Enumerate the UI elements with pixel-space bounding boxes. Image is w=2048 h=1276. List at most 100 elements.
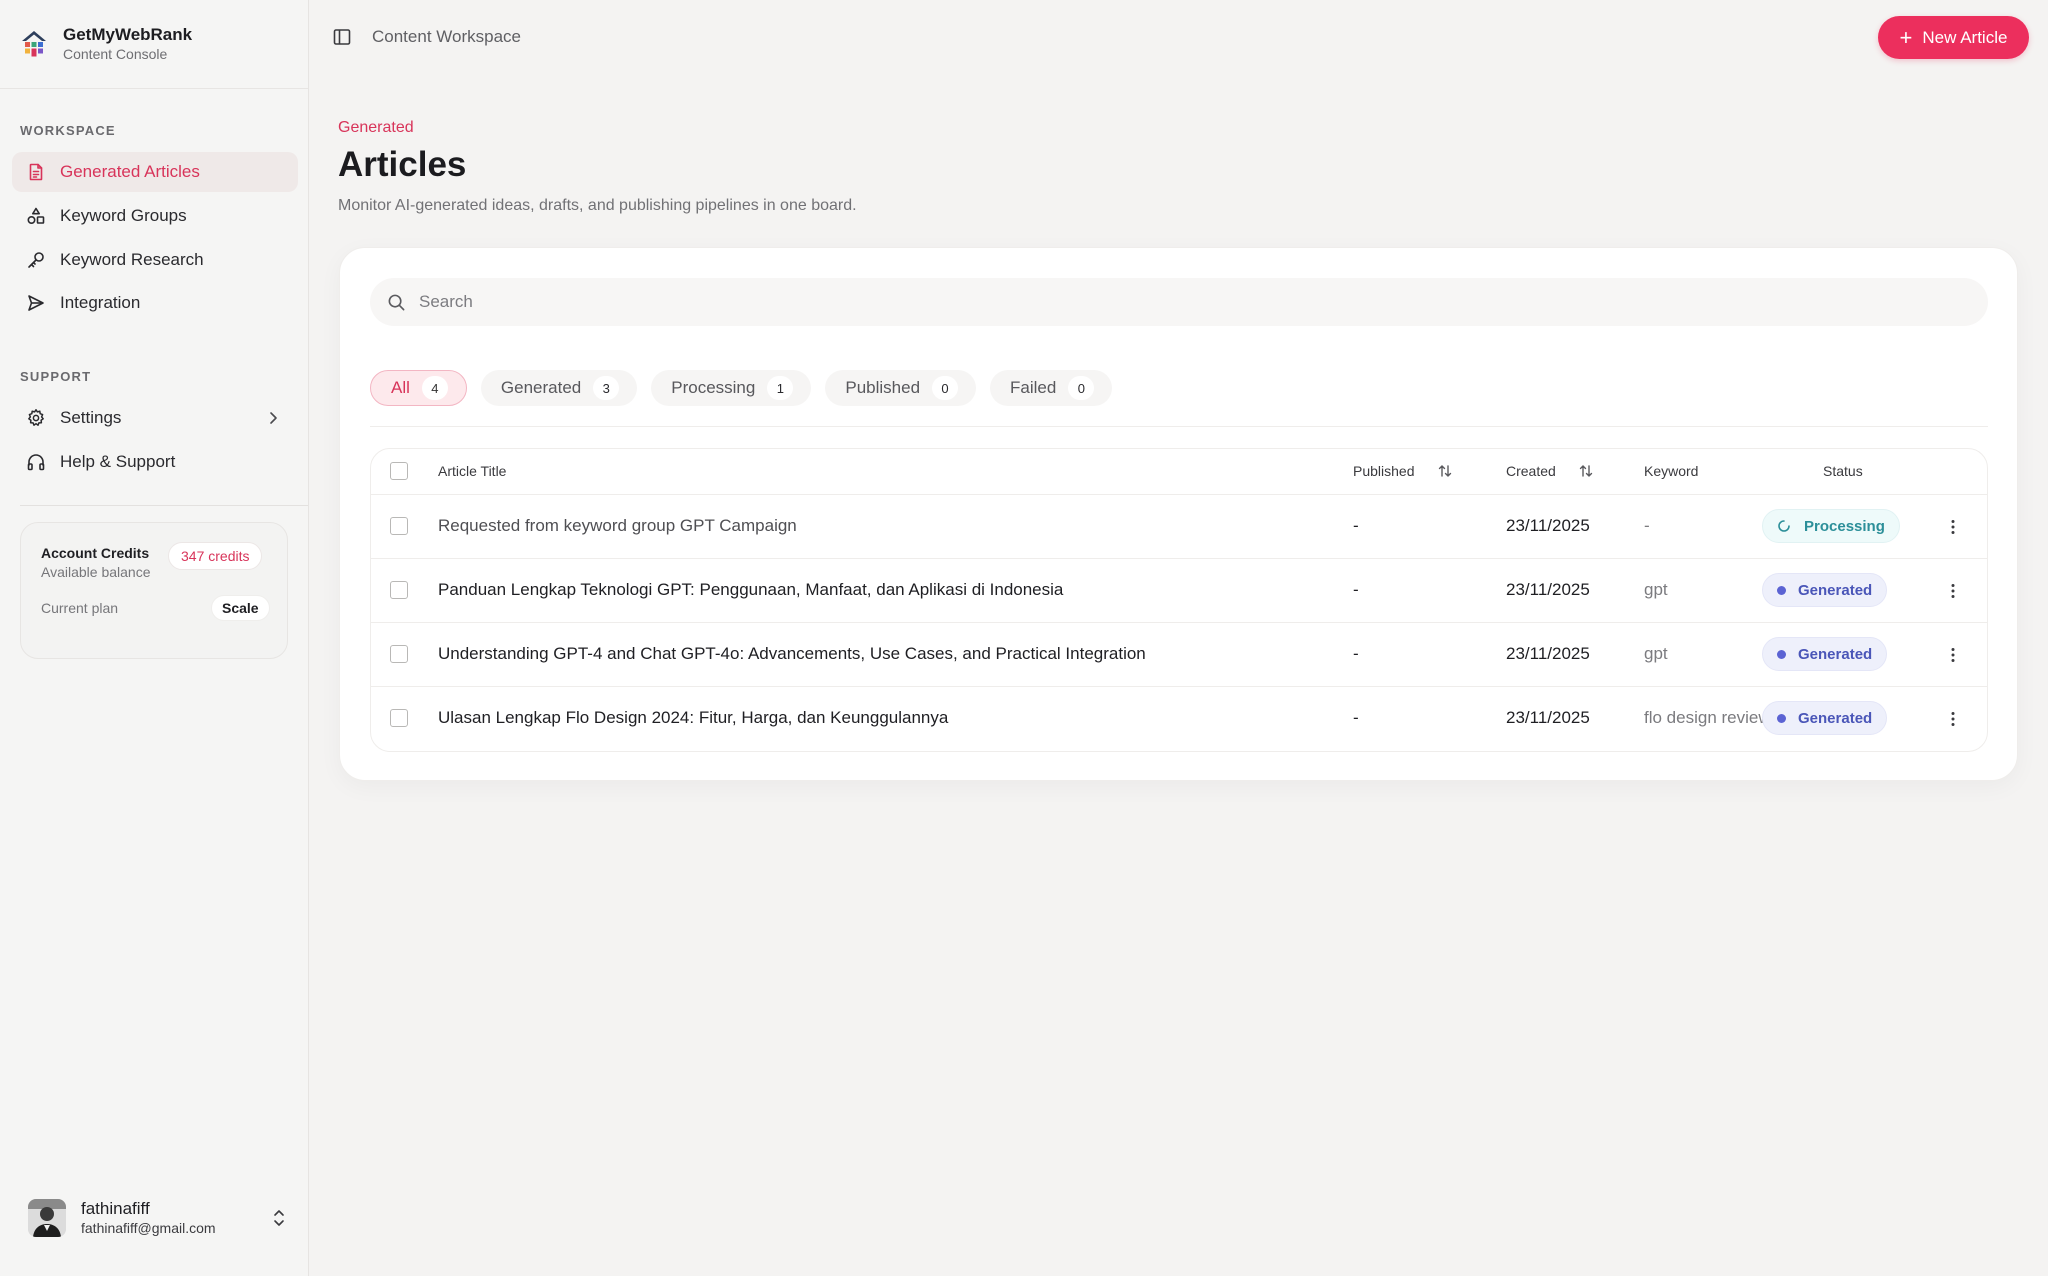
credits-subtitle: Available balance xyxy=(41,564,151,580)
created-date: 23/11/2025 xyxy=(1506,644,1590,663)
column-status: Status xyxy=(1823,463,1863,479)
tab-failed[interactable]: Failed 0 xyxy=(990,370,1113,406)
article-title[interactable]: Ulasan Lengkap Flo Design 2024: Fitur, H… xyxy=(438,708,948,728)
headphones-icon xyxy=(26,452,46,472)
chevron-right-icon xyxy=(270,412,277,424)
row-checkbox[interactable] xyxy=(390,517,408,535)
sidebar-item-generated-articles[interactable]: Generated Articles xyxy=(12,152,298,192)
tabs-divider xyxy=(370,426,1988,427)
table-row[interactable]: Understanding GPT-4 and Chat GPT-4o: Adv… xyxy=(371,623,1987,687)
published-date: - xyxy=(1353,580,1359,599)
new-article-button[interactable]: + New Article xyxy=(1878,16,2029,59)
column-title: Article Title xyxy=(438,463,507,479)
sidebar-item-keyword-groups[interactable]: Keyword Groups xyxy=(12,196,298,236)
more-options-icon[interactable] xyxy=(1943,645,1963,665)
tab-label: Processing xyxy=(671,378,756,397)
brand-subtitle: Content Console xyxy=(63,46,168,62)
more-options-icon[interactable] xyxy=(1943,517,1963,537)
new-article-label: New Article xyxy=(1922,27,2008,47)
sort-icon[interactable] xyxy=(1578,463,1594,479)
article-title[interactable]: Requested from keyword group GPT Campaig… xyxy=(438,516,797,536)
sidebar-item-settings[interactable]: Settings xyxy=(12,398,298,438)
table-row[interactable]: Requested from keyword group GPT Campaig… xyxy=(371,495,1987,559)
key-icon xyxy=(26,250,46,270)
column-published[interactable]: Published xyxy=(1353,463,1453,479)
sidebar-item-label: Help & Support xyxy=(60,452,176,471)
workspace-title: Content Workspace xyxy=(372,27,521,46)
tab-count: 4 xyxy=(421,376,448,400)
sidebar-item-integration[interactable]: Integration xyxy=(12,283,298,323)
column-created[interactable]: Created xyxy=(1506,463,1594,479)
status-tabs: All 4 Generated 3 Processing 1 Published… xyxy=(370,370,1126,406)
avatar xyxy=(28,1199,66,1237)
sidebar-item-label: Generated Articles xyxy=(60,162,200,181)
article-title[interactable]: Understanding GPT-4 and Chat GPT-4o: Adv… xyxy=(438,644,1146,664)
tab-count: 0 xyxy=(1068,376,1095,400)
row-checkbox[interactable] xyxy=(390,581,408,599)
sidebar-item-label: Integration xyxy=(60,293,141,312)
keyword: - xyxy=(1644,516,1650,535)
created-date: 23/11/2025 xyxy=(1506,580,1590,599)
gear-icon xyxy=(26,408,46,428)
status-badge: Generated xyxy=(1762,637,1888,671)
search-input[interactable] xyxy=(419,292,1919,312)
shapes-icon xyxy=(26,206,46,226)
tab-processing[interactable]: Processing 1 xyxy=(651,370,812,406)
tab-label: Generated xyxy=(500,378,582,397)
tab-label: Published xyxy=(845,378,921,397)
topbar: Content Workspace + New Article xyxy=(310,0,2048,76)
more-options-icon[interactable] xyxy=(1943,709,1963,729)
row-checkbox[interactable] xyxy=(390,709,408,727)
brand-logo-icon xyxy=(22,31,46,57)
status-badge: Processing xyxy=(1762,509,1900,543)
articles-card: All 4 Generated 3 Processing 1 Published… xyxy=(339,247,2018,781)
select-all-checkbox[interactable] xyxy=(390,462,408,480)
brand-name: GetMyWebRank xyxy=(63,25,193,44)
row-checkbox[interactable] xyxy=(390,645,408,663)
more-options-icon[interactable] xyxy=(1943,581,1963,601)
keyword: flo design reviews xyxy=(1644,708,1780,727)
user-menu[interactable]: fathinafiff fathinafiff@gmail.com xyxy=(28,1195,288,1241)
published-date: - xyxy=(1353,644,1359,663)
sidebar-item-help-support[interactable]: Help & Support xyxy=(12,442,298,482)
document-icon xyxy=(26,162,46,182)
published-date: - xyxy=(1353,516,1359,535)
search-box[interactable] xyxy=(370,278,1988,326)
tab-count: 1 xyxy=(767,376,794,400)
credits-badge: 347 credits xyxy=(168,542,263,570)
tab-label: Failed xyxy=(1010,378,1057,397)
send-icon xyxy=(26,293,46,313)
plan-label: Current plan xyxy=(41,600,119,616)
article-title[interactable]: Panduan Lengkap Teknologi GPT: Penggunaa… xyxy=(438,580,1063,600)
sidebar-item-keyword-research[interactable]: Keyword Research xyxy=(12,240,298,280)
support-section-label: SUPPORT xyxy=(20,369,92,384)
sidebar-item-label: Keyword Research xyxy=(60,250,204,269)
created-date: 23/11/2025 xyxy=(1506,516,1590,535)
tab-published[interactable]: Published 0 xyxy=(825,370,977,406)
sort-icon[interactable] xyxy=(1437,463,1453,479)
credits-card: Account Credits Available balance 347 cr… xyxy=(20,522,288,659)
user-email: fathinafiff@gmail.com xyxy=(81,1220,216,1236)
table-row[interactable]: Panduan Lengkap Teknologi GPT: Penggunaa… xyxy=(371,559,1987,623)
tab-all[interactable]: All 4 xyxy=(370,370,467,406)
articles-table: Article Title Published Created Keyword … xyxy=(370,448,1988,752)
workspace-section-label: WORKSPACE xyxy=(20,123,116,138)
chevron-up-down-icon xyxy=(274,1210,284,1226)
credits-title: Account Credits xyxy=(41,545,150,561)
plan-badge: Scale xyxy=(211,595,270,621)
created-date: 23/11/2025 xyxy=(1506,708,1590,727)
tab-count: 3 xyxy=(593,376,620,400)
sidebar: GetMyWebRank Content Console WORKSPACE G… xyxy=(0,0,309,1276)
published-date: - xyxy=(1353,708,1359,727)
loading-spinner-icon xyxy=(1778,520,1790,532)
table-row[interactable]: Ulasan Lengkap Flo Design 2024: Fitur, H… xyxy=(371,687,1987,751)
brand[interactable]: GetMyWebRank Content Console xyxy=(0,0,308,89)
search-icon xyxy=(388,294,405,310)
sidebar-item-label: Settings xyxy=(60,408,122,427)
tab-generated[interactable]: Generated 3 xyxy=(480,370,638,406)
sidebar-toggle-icon[interactable] xyxy=(332,27,352,47)
keyword: gpt xyxy=(1644,580,1668,599)
page-eyebrow: Generated xyxy=(338,119,414,136)
sidebar-item-label: Keyword Groups xyxy=(60,206,187,225)
status-dot-icon xyxy=(1777,585,1786,595)
